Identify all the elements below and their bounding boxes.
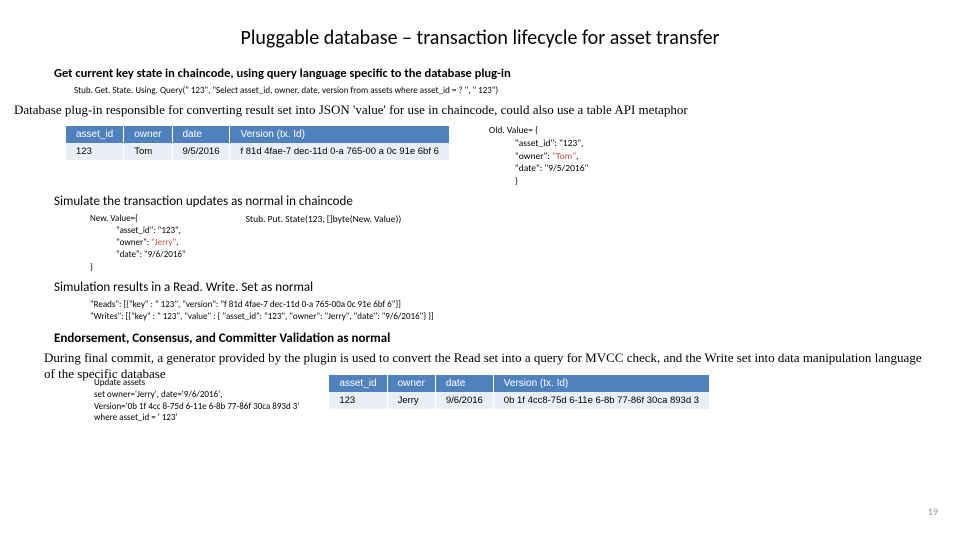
table-row: asset_id owner date Version (tx. Id) [66, 126, 449, 143]
th: Version (tx. Id) [230, 126, 449, 143]
td: 123 [329, 392, 387, 409]
content-area: Get current key state in chaincode, usin… [0, 66, 960, 424]
table-after: asset_id owner date Version (tx. Id) 123… [329, 375, 709, 409]
heading-simresult: Simulation results in a Read. Write. Set… [54, 280, 932, 295]
t: "Jerry" [151, 237, 176, 248]
heading-getstate: Get current key state in chaincode, usin… [54, 66, 932, 81]
table-row: 123 Tom 9/5/2016 f 81d 4fae-7 dec-11d 0-… [66, 143, 449, 160]
th: owner [387, 375, 435, 392]
heading-endorse: Endorsement, Consensus, and Committer Va… [54, 331, 932, 346]
text-line: Old. Value= { [489, 124, 588, 137]
text-line: } [489, 175, 588, 188]
heading-plugin-resp: Database plug-in responsible for convert… [14, 102, 932, 118]
th: asset_id [329, 375, 387, 392]
text-line: } [90, 262, 186, 274]
th: owner [124, 126, 172, 143]
td: 123 [66, 143, 124, 160]
writes-line: "Writes": [{"key" : " 123", "value" : { … [90, 311, 932, 323]
row-newvalue-stubput: New. Value={ "asset_id": "123", "owner":… [90, 213, 932, 274]
th: date [172, 126, 230, 143]
td: f 81d 4fae-7 dec-11d 0-a 765-00 a 0c 91e… [230, 143, 449, 160]
th: asset_id [66, 126, 124, 143]
heading-simulate: Simulate the transaction updates as norm… [54, 194, 932, 209]
text-line: Update assets [94, 377, 299, 389]
page-title: Pluggable database – transaction lifecyc… [0, 0, 960, 60]
th: Version (tx. Id) [493, 375, 709, 392]
oldvalue-json: Old. Value= { "asset_id": "123", "owner"… [489, 124, 588, 188]
text-line: Version='0b 1f 4cc 8-75d 6-11e 6-8b 77-8… [94, 401, 299, 413]
t: "Tom" [552, 150, 576, 162]
td: 0b 1f 4cc8-75d 6-11e 6-8b 77-86f 30ca 89… [493, 392, 709, 409]
text-line: where asset_id = ' 123' [94, 412, 299, 424]
row-update-table: Update assets set owner='Jerry', date='9… [94, 381, 932, 424]
page-number: 19 [928, 505, 938, 518]
readwrite-set: "Reads": [{"key" : " 123", "version": "f… [90, 299, 932, 323]
text-line: New. Value={ [90, 213, 186, 225]
td: 9/6/2016 [435, 392, 493, 409]
td: Jerry [387, 392, 435, 409]
table-row: 123 Jerry 9/6/2016 0b 1f 4cc8-75d 6-11e … [329, 392, 709, 409]
td: Tom [124, 143, 172, 160]
td: 9/5/2016 [172, 143, 230, 160]
reads-line: "Reads": [{"key" : " 123", "version": "f… [90, 299, 932, 311]
newvalue-json: New. Value={ "asset_id": "123", "owner":… [90, 213, 186, 274]
text-line: "date": "9/5/2016" [489, 162, 588, 175]
text-line: "owner": "Jerry", [90, 237, 186, 249]
t: "owner": [515, 150, 552, 162]
text-line: "asset_id": "123", [489, 137, 588, 150]
text-line: "date": "9/6/2016" [90, 249, 186, 261]
text-line: set owner='Jerry', date='9/6/2016', [94, 389, 299, 401]
row-table-oldvalue: asset_id owner date Version (tx. Id) 123… [66, 124, 932, 188]
code-stub-put: Stub. Put. State(123, []byte(New. Value)… [246, 213, 402, 225]
text-line: "owner": "Tom", [489, 150, 588, 163]
th: date [435, 375, 493, 392]
table-row: asset_id owner date Version (tx. Id) [329, 375, 709, 392]
t: , [576, 150, 578, 162]
code-stub-get: Stub. Get. State. Using. Query(" 123", "… [74, 85, 932, 96]
update-sql: Update assets set owner='Jerry', date='9… [94, 377, 299, 424]
table-before: asset_id owner date Version (tx. Id) 123… [66, 126, 449, 160]
text-line: "asset_id": "123", [90, 225, 186, 237]
t: , [176, 237, 178, 248]
t: "owner": [116, 237, 151, 248]
